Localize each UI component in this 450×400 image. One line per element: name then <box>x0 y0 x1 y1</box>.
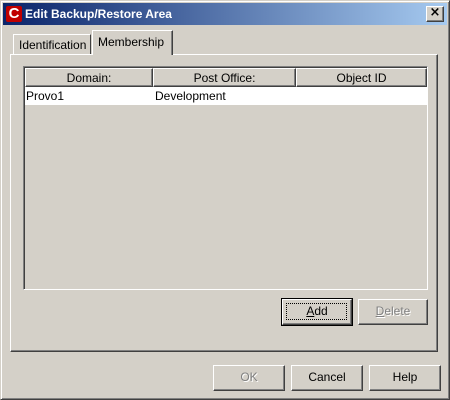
close-icon: × <box>429 5 441 20</box>
focus-ring <box>286 303 347 320</box>
title-bar[interactable]: C Edit Backup/Restore Area × <box>3 3 447 25</box>
help-button[interactable]: Help <box>369 365 441 391</box>
delete-mnemonic: D <box>375 304 385 318</box>
cell-post-office: Development <box>155 89 226 103</box>
delete-label: elete <box>384 304 411 318</box>
column-header-domain[interactable]: Domain: <box>25 68 153 87</box>
delete-button[interactable]: Delete <box>358 299 428 325</box>
close-button[interactable]: × <box>426 5 444 22</box>
cancel-button[interactable]: Cancel <box>291 365 363 391</box>
add-button[interactable]: Add <box>281 298 353 326</box>
tab-membership[interactable]: Membership <box>92 30 173 55</box>
cell-domain: Provo1 <box>26 89 65 103</box>
app-icon-glyph: C <box>8 5 20 22</box>
column-header-object-id[interactable]: Object ID <box>296 68 427 87</box>
membership-table: Domain: Post Office: Object ID Provo1 De… <box>23 66 428 290</box>
ok-button[interactable]: OK <box>213 365 285 391</box>
window-title: Edit Backup/Restore Area <box>25 7 172 21</box>
app-icon: C <box>6 5 22 22</box>
tab-identification[interactable]: Identification <box>13 34 91 54</box>
table-row[interactable]: Provo1 Development <box>25 87 427 105</box>
column-header-post-office[interactable]: Post Office: <box>153 68 296 87</box>
dialog-window: C Edit Backup/Restore Area × Identificat… <box>0 0 450 400</box>
